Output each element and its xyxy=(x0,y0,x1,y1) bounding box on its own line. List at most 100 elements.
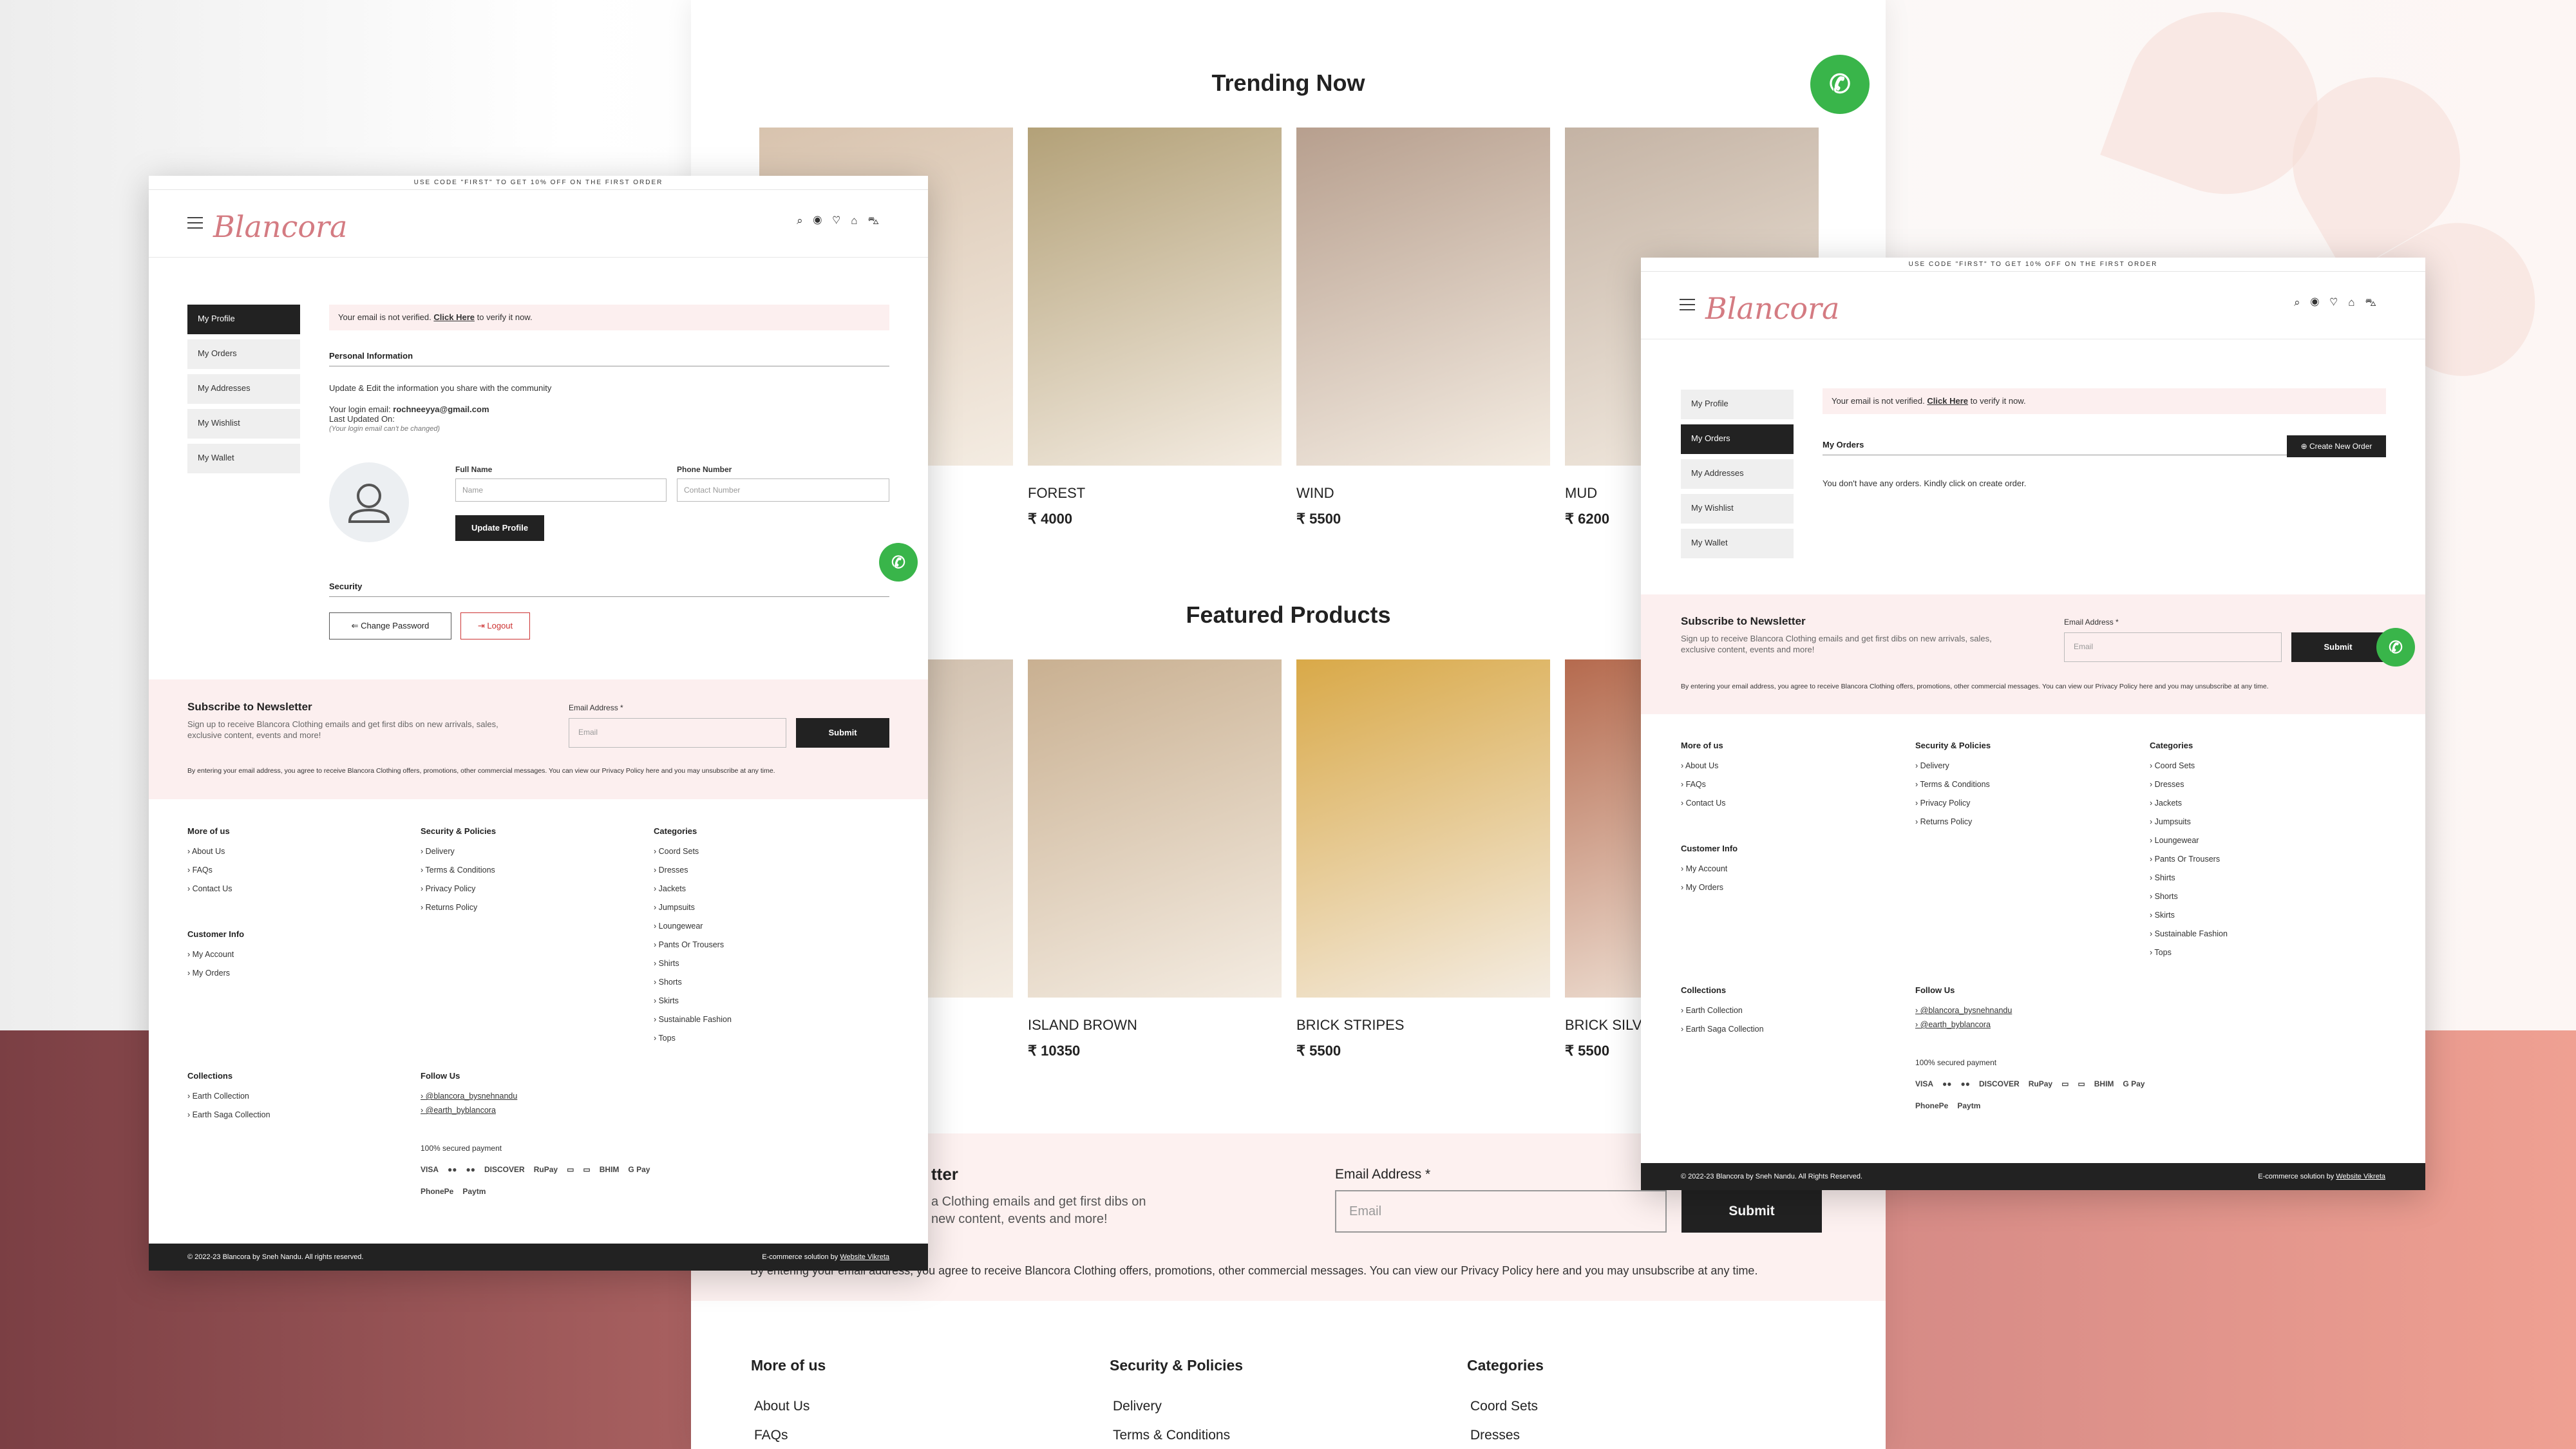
categories-link[interactable]: Tops xyxy=(654,1034,732,1052)
collections-link[interactable]: Earth Saga Collection xyxy=(1681,1025,1764,1043)
header-icons[interactable]: ⌕◉♡⌂⛍ xyxy=(2294,296,2387,310)
policies-link[interactable]: Privacy Policy xyxy=(1915,799,1990,817)
customer-info-link[interactable]: My Account xyxy=(187,950,234,969)
footer-link[interactable]: About Us xyxy=(754,1399,810,1414)
website-vikreta-link[interactable]: Website Vikreta xyxy=(840,1253,889,1261)
customer-info-link[interactable]: My Orders xyxy=(187,969,234,987)
categories-link[interactable]: Jumpsuits xyxy=(2150,817,2228,836)
categories-link[interactable]: Shirts xyxy=(654,959,732,978)
nav-item-my-wishlist[interactable]: My Wishlist xyxy=(187,409,300,439)
categories-link[interactable]: Coord Sets xyxy=(2150,761,2228,780)
categories-link[interactable]: Pants Or Trousers xyxy=(654,940,732,959)
categories-link[interactable]: Jumpsuits xyxy=(654,903,732,922)
nav-item-my-wallet[interactable]: My Wallet xyxy=(187,444,300,473)
categories-link[interactable]: Shorts xyxy=(2150,892,2228,911)
product-name[interactable]: FOREST xyxy=(1028,485,1282,502)
policies-link[interactable]: Terms & Conditions xyxy=(1915,780,1989,799)
categories-link[interactable]: Shirts xyxy=(2150,873,2228,892)
collections-link[interactable]: Earth Collection xyxy=(1681,1006,1764,1025)
customer-info-link[interactable]: My Account xyxy=(1681,864,1728,883)
categories-link[interactable]: Loungewear xyxy=(2150,836,2228,855)
product-name[interactable]: ISLAND BROWN xyxy=(1028,1017,1282,1034)
product-card[interactable]: ISLAND BROWN ₹ 10350 xyxy=(1028,659,1282,1059)
product-image[interactable] xyxy=(1296,128,1550,466)
categories-link[interactable]: Jackets xyxy=(654,884,732,903)
phone-input[interactable]: Contact Number xyxy=(677,478,889,502)
full-name-input[interactable]: Name xyxy=(455,478,667,502)
newsletter-submit-button[interactable]: Submit xyxy=(796,718,889,748)
brand-logo[interactable]: Blancora xyxy=(1705,291,1839,326)
menu-icon[interactable] xyxy=(1680,299,1695,310)
instagram-link[interactable]: @blancora_bysnehnandu xyxy=(1915,1006,2012,1020)
logout-button[interactable]: ⇥ Logout xyxy=(460,612,530,639)
newsletter-submit-button[interactable]: Submit xyxy=(2291,632,2385,662)
categories-link[interactable]: Dresses xyxy=(2150,780,2228,799)
instagram-link[interactable]: @earth_byblancora xyxy=(421,1106,517,1120)
categories-link[interactable]: Coord Sets xyxy=(654,847,732,866)
whatsapp-button[interactable]: ✆ xyxy=(2376,628,2415,667)
nav-item-my-addresses[interactable]: My Addresses xyxy=(187,374,300,404)
footer-link[interactable]: Dresses xyxy=(1470,1428,1520,1443)
product-image[interactable] xyxy=(1028,128,1282,466)
newsletter-email-input[interactable]: Email xyxy=(1335,1190,1667,1233)
newsletter-email-input[interactable]: Email xyxy=(2064,632,2282,662)
categories-link[interactable]: Jackets xyxy=(2150,799,2228,817)
newsletter-submit-button[interactable]: Submit xyxy=(1681,1190,1822,1233)
product-image[interactable] xyxy=(1028,659,1282,998)
more-of-us-link[interactable]: FAQs xyxy=(1681,780,1725,799)
menu-icon[interactable] xyxy=(187,217,203,229)
policies-link[interactable]: Terms & Conditions xyxy=(421,866,495,884)
more-of-us-link[interactable]: Contact Us xyxy=(187,884,232,903)
policies-link[interactable]: Returns Policy xyxy=(421,903,495,922)
nav-item-my-profile[interactable]: My Profile xyxy=(1681,390,1794,419)
collections-link[interactable]: Earth Saga Collection xyxy=(187,1110,270,1129)
categories-link[interactable]: Loungewear xyxy=(654,922,732,940)
update-profile-button[interactable]: Update Profile xyxy=(455,515,544,541)
product-name[interactable]: WIND xyxy=(1296,485,1550,502)
nav-item-my-profile[interactable]: My Profile xyxy=(187,305,300,334)
customer-info-link[interactable]: My Orders xyxy=(1681,883,1727,902)
collections-link[interactable]: Earth Collection xyxy=(187,1092,270,1110)
instagram-link[interactable]: @blancora_bysnehnandu xyxy=(421,1092,518,1106)
create-order-button[interactable]: ⊕ Create New Order xyxy=(2287,435,2386,457)
more-of-us-link[interactable]: About Us xyxy=(1681,761,1725,780)
nav-item-my-addresses[interactable]: My Addresses xyxy=(1681,459,1794,489)
policies-link[interactable]: Returns Policy xyxy=(1915,817,1990,836)
product-name[interactable]: BRICK STRIPES xyxy=(1296,1017,1550,1034)
product-image[interactable] xyxy=(1296,659,1550,998)
website-vikreta-link[interactable]: Website Vikreta xyxy=(2336,1173,2385,1180)
more-of-us-link[interactable]: About Us xyxy=(187,847,232,866)
product-card[interactable]: WIND ₹ 5500 xyxy=(1296,128,1550,527)
categories-link[interactable]: Sustainable Fashion xyxy=(654,1015,732,1034)
change-password-button[interactable]: ⇐ Change Password xyxy=(329,612,451,639)
nav-item-my-wishlist[interactable]: My Wishlist xyxy=(1681,494,1794,524)
categories-link[interactable]: Sustainable Fashion xyxy=(2150,929,2228,948)
whatsapp-button[interactable]: ✆ xyxy=(879,543,918,582)
footer-link[interactable]: Delivery xyxy=(1113,1399,1162,1414)
footer-link[interactable]: FAQs xyxy=(754,1428,788,1443)
verify-link[interactable]: Click Here xyxy=(1927,396,1968,406)
header-icons[interactable]: ⌕◉♡⌂⛍ xyxy=(797,214,889,229)
product-card[interactable]: FOREST ₹ 4000 xyxy=(1028,128,1282,527)
footer-link[interactable]: Coord Sets xyxy=(1470,1399,1538,1414)
whatsapp-button[interactable]: ✆ xyxy=(1810,55,1870,114)
categories-link[interactable]: Tops xyxy=(2150,948,2228,967)
verify-link[interactable]: Click Here xyxy=(433,312,475,322)
categories-link[interactable]: Skirts xyxy=(654,996,732,1015)
instagram-link[interactable]: @earth_byblancora xyxy=(1915,1020,2012,1034)
product-card[interactable]: BRICK STRIPES ₹ 5500 xyxy=(1296,659,1550,1059)
nav-item-my-wallet[interactable]: My Wallet xyxy=(1681,529,1794,558)
policies-link[interactable]: Delivery xyxy=(1915,761,1990,780)
nav-item-my-orders[interactable]: My Orders xyxy=(1681,424,1794,454)
policies-link[interactable]: Privacy Policy xyxy=(421,884,495,903)
avatar[interactable] xyxy=(329,462,409,542)
policies-link[interactable]: Delivery xyxy=(421,847,495,866)
categories-link[interactable]: Pants Or Trousers xyxy=(2150,855,2228,873)
nav-item-my-orders[interactable]: My Orders xyxy=(187,339,300,369)
categories-link[interactable]: Shorts xyxy=(654,978,732,996)
newsletter-email-input[interactable]: Email xyxy=(569,718,786,748)
categories-link[interactable]: Skirts xyxy=(2150,911,2228,929)
footer-link[interactable]: Terms & Conditions xyxy=(1113,1428,1230,1443)
more-of-us-link[interactable]: FAQs xyxy=(187,866,232,884)
more-of-us-link[interactable]: Contact Us xyxy=(1681,799,1726,817)
